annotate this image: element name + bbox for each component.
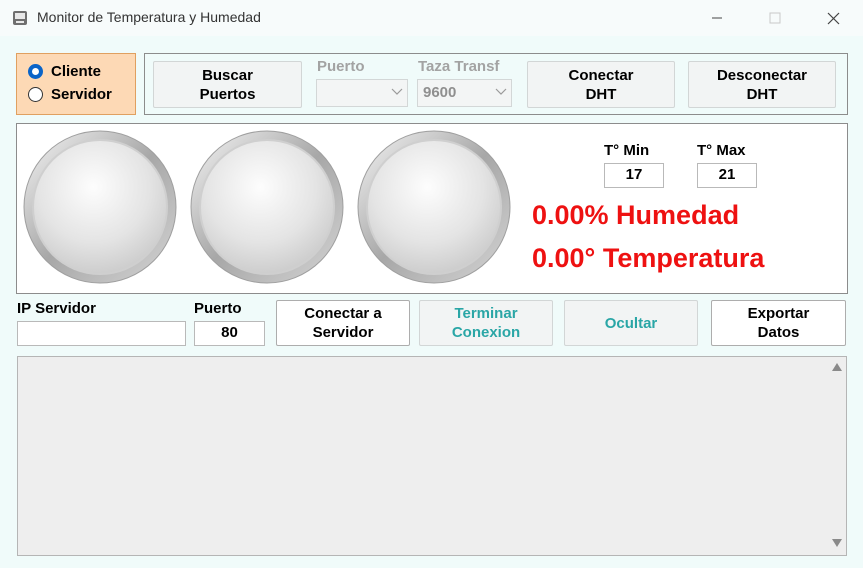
- exportar-datos-button[interactable]: Exportar Datos: [711, 300, 846, 346]
- radio-selected-icon: [28, 64, 43, 79]
- terminar-conexion-button[interactable]: Terminar Conexion: [419, 300, 553, 346]
- window-title: Monitor de Temperatura y Humedad: [37, 9, 261, 25]
- puerto-combo[interactable]: [316, 79, 408, 107]
- radio-unselected-icon: [28, 87, 43, 102]
- tmin-field[interactable]: 17: [604, 163, 664, 188]
- taza-combo-label: Taza Transf: [418, 58, 500, 75]
- close-button[interactable]: [810, 0, 856, 36]
- title-bar: Monitor de Temperatura y Humedad: [0, 0, 863, 36]
- conectar-dht-button[interactable]: Conectar DHT: [527, 61, 675, 108]
- minimize-button[interactable]: [694, 0, 740, 36]
- radio-cliente[interactable]: Cliente: [27, 63, 127, 81]
- tmin-label: T° Min: [604, 142, 650, 159]
- mode-group: Cliente Servidor: [16, 53, 136, 115]
- taza-combo[interactable]: 9600: [417, 79, 512, 107]
- desconectar-dht-button[interactable]: Desconectar DHT: [688, 61, 836, 108]
- maximize-icon: [769, 12, 781, 24]
- scroll-down-icon[interactable]: [832, 539, 842, 547]
- puerto-servidor-label: Puerto: [194, 300, 242, 317]
- log-scrollbar[interactable]: [828, 357, 846, 555]
- log-textarea[interactable]: [17, 356, 847, 556]
- tmax-field[interactable]: 21: [697, 163, 757, 188]
- chevron-down-icon: [495, 88, 507, 95]
- radio-servidor[interactable]: Servidor: [27, 86, 127, 104]
- ip-servidor-field[interactable]: [17, 321, 186, 346]
- puerto-servidor-field[interactable]: 80: [194, 321, 265, 346]
- radio-servidor-label: Servidor: [51, 86, 112, 103]
- taza-combo-value: 9600: [423, 84, 457, 101]
- scroll-up-icon[interactable]: [832, 363, 842, 371]
- ocultar-button[interactable]: Ocultar: [564, 300, 698, 346]
- gauge-1: [23, 130, 177, 284]
- minimize-icon: [712, 17, 722, 19]
- humidity-readout: 0.00% Humedad: [532, 200, 740, 230]
- temperature-readout: 0.00° Temperatura: [532, 243, 765, 273]
- ip-servidor-label: IP Servidor: [17, 300, 96, 317]
- radio-cliente-label: Cliente: [51, 63, 102, 80]
- puerto-combo-label: Puerto: [317, 58, 365, 75]
- chevron-down-icon: [391, 88, 403, 95]
- buscar-puertos-button[interactable]: Buscar Puertos: [153, 61, 302, 108]
- tmax-label: T° Max: [697, 142, 746, 159]
- close-icon: [827, 12, 839, 24]
- app-window-icon: [12, 10, 28, 26]
- gauge-3: [357, 130, 511, 284]
- conectar-servidor-button[interactable]: Conectar a Servidor: [276, 300, 410, 346]
- maximize-button[interactable]: [752, 0, 798, 36]
- gauge-2: [190, 130, 344, 284]
